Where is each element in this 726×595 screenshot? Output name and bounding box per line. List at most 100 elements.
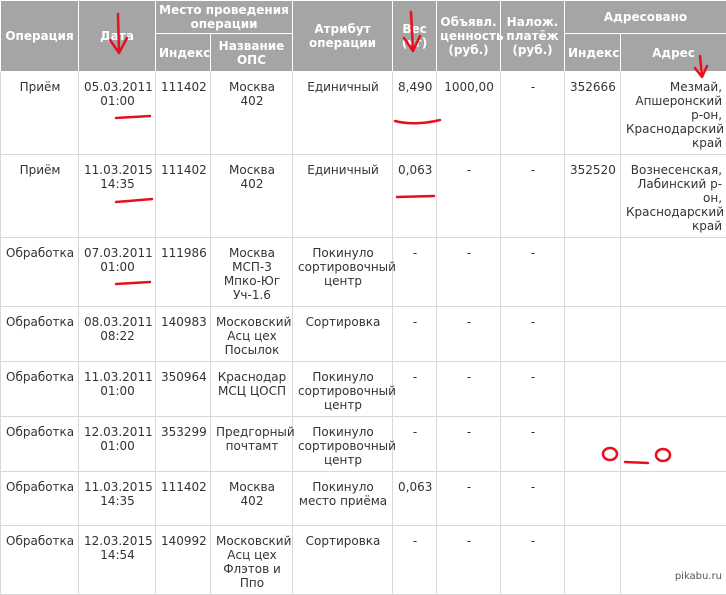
- cod-cell: -: [501, 307, 565, 362]
- operation-cell: Обработка: [1, 417, 79, 472]
- weight-cell: 0,063: [393, 155, 437, 238]
- addr-index-cell: [565, 472, 621, 526]
- cod-cell: -: [501, 155, 565, 238]
- cod-cell: -: [501, 526, 565, 595]
- ops-name-cell: Краснодар МСЦ ЦОСП: [211, 362, 293, 417]
- addr-index-cell: [565, 238, 621, 307]
- declared-value-cell: -: [437, 472, 501, 526]
- header-addr-index: Индекс: [565, 34, 621, 72]
- attribute-cell: Покинуло сортировочный центр: [293, 417, 393, 472]
- date-value: 08.03.2011: [84, 315, 151, 329]
- address-cell: Мезмай, Апшеронский р-он, Краснодарский …: [621, 72, 726, 155]
- table-row: Обработка12.03.201514:54140992Московский…: [1, 526, 726, 595]
- date-value: 11.03.2015: [84, 163, 151, 177]
- address-cell: Вознесенская, Лабинский р-он, Краснодарс…: [621, 155, 726, 238]
- date-value: 07.03.2011: [84, 246, 151, 260]
- table-row: Обработка08.03.201108:22140983Московский…: [1, 307, 726, 362]
- ops-name-cell: Москва 402: [211, 155, 293, 238]
- weight-cell: -: [393, 307, 437, 362]
- addr-index-cell: [565, 526, 621, 595]
- declared-value-cell: -: [437, 362, 501, 417]
- operation-cell: Приём: [1, 72, 79, 155]
- attribute-cell: Покинуло сортировочный центр: [293, 362, 393, 417]
- date-value: 12.03.2015: [84, 534, 151, 548]
- table-row: Приём11.03.201514:35111402Москва 402Един…: [1, 155, 726, 238]
- operation-cell: Обработка: [1, 362, 79, 417]
- attribute-cell: Покинуло место приёма: [293, 472, 393, 526]
- table-row: Обработка12.03.201101:00353299Предгорный…: [1, 417, 726, 472]
- header-place: Место проведения операции: [156, 1, 293, 34]
- attribute-cell: Сортировка: [293, 526, 393, 595]
- weight-cell: -: [393, 526, 437, 595]
- table-row: Обработка07.03.201101:00111986Москва МСП…: [1, 238, 726, 307]
- watermark: pikabu.ru: [673, 571, 724, 582]
- address-cell: [621, 417, 726, 472]
- addr-index-cell: [565, 362, 621, 417]
- weight-cell: 0,063: [393, 472, 437, 526]
- header-ops-name: Название ОПС: [211, 34, 293, 72]
- declared-value-cell: 1000,00: [437, 72, 501, 155]
- operation-cell: Обработка: [1, 472, 79, 526]
- address-cell: [621, 472, 726, 526]
- time-value: 14:54: [84, 548, 151, 562]
- date-cell: 07.03.201101:00: [79, 238, 156, 307]
- weight-cell: -: [393, 362, 437, 417]
- operation-cell: Обработка: [1, 238, 79, 307]
- ops-name-cell: Предгорный почтамт: [211, 417, 293, 472]
- weight-cell: -: [393, 417, 437, 472]
- date-cell: 11.03.201514:35: [79, 155, 156, 238]
- index-cell: 140992: [156, 526, 211, 595]
- ops-name-cell: Москва 402: [211, 472, 293, 526]
- attribute-cell: Единичный: [293, 72, 393, 155]
- date-value: 12.03.2011: [84, 425, 151, 439]
- date-cell: 08.03.201108:22: [79, 307, 156, 362]
- time-value: 08:22: [84, 329, 151, 343]
- addr-index-cell: 352520: [565, 155, 621, 238]
- header-cod: Налож. платёж (руб.): [501, 1, 565, 72]
- time-value: 01:00: [84, 439, 151, 453]
- header-index: Индекс: [156, 34, 211, 72]
- date-cell: 11.03.201514:35: [79, 472, 156, 526]
- operation-cell: Приём: [1, 155, 79, 238]
- date-cell: 12.03.201514:54: [79, 526, 156, 595]
- header-weight: Вес (кг): [393, 1, 437, 72]
- ops-name-cell: Московский Асц цех Флэтов и Ппо: [211, 526, 293, 595]
- date-value: 05.03.2011: [84, 80, 151, 94]
- index-cell: 350964: [156, 362, 211, 417]
- time-value: 14:35: [84, 494, 151, 508]
- declared-value-cell: -: [437, 417, 501, 472]
- index-cell: 111402: [156, 72, 211, 155]
- tracking-table: Операция Дата Место проведения операции …: [0, 0, 726, 595]
- date-value: 11.03.2011: [84, 370, 151, 384]
- time-value: 01:00: [84, 260, 151, 274]
- header-addressed: Адресовано: [565, 1, 726, 34]
- cod-cell: -: [501, 472, 565, 526]
- cod-cell: -: [501, 72, 565, 155]
- weight-cell: -: [393, 238, 437, 307]
- table-body: Приём05.03.201101:00111402Москва 402Един…: [1, 72, 726, 595]
- operation-cell: Обработка: [1, 526, 79, 595]
- cod-cell: -: [501, 238, 565, 307]
- cod-cell: -: [501, 362, 565, 417]
- time-value: 01:00: [84, 384, 151, 398]
- date-cell: 12.03.201101:00: [79, 417, 156, 472]
- address-cell: [621, 362, 726, 417]
- ops-name-cell: Московский Асц цех Посылок: [211, 307, 293, 362]
- index-cell: 353299: [156, 417, 211, 472]
- header-address: Адрес: [621, 34, 726, 72]
- ops-name-cell: Москва МСП-3 Мпко-Юг Уч-1.6: [211, 238, 293, 307]
- date-cell: 11.03.201101:00: [79, 362, 156, 417]
- declared-value-cell: -: [437, 307, 501, 362]
- index-cell: 111402: [156, 155, 211, 238]
- address-cell: [621, 238, 726, 307]
- index-cell: 111402: [156, 472, 211, 526]
- header-date: Дата: [79, 1, 156, 72]
- declared-value-cell: -: [437, 155, 501, 238]
- header-declared-value: Объявл. ценность (руб.): [437, 1, 501, 72]
- addr-index-cell: [565, 307, 621, 362]
- header-operation: Операция: [1, 1, 79, 72]
- attribute-cell: Единичный: [293, 155, 393, 238]
- attribute-cell: Покинуло сортировочный центр: [293, 238, 393, 307]
- declared-value-cell: -: [437, 526, 501, 595]
- time-value: 14:35: [84, 177, 151, 191]
